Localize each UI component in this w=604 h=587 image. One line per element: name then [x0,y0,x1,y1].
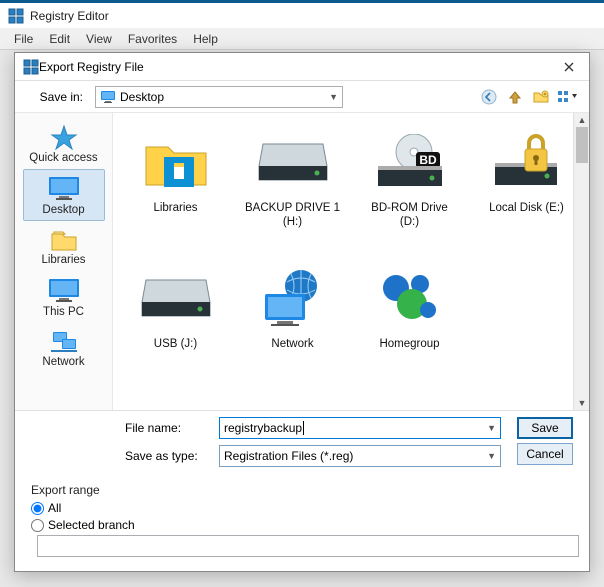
export-selected-radio[interactable]: Selected branch [31,518,573,532]
file-grid[interactable]: Libraries BACKUP DRIVE 1 (H:) BD BD-ROM … [113,113,589,410]
export-range-group: Export range All Selected branch [15,477,589,571]
monitor-icon [100,89,116,105]
place-label: This PC [43,306,84,318]
view-icon [557,90,577,104]
item-label: Network [271,337,313,351]
back-icon [481,89,497,105]
item-label: USB (J:) [154,337,197,351]
network-globe-icon [254,263,332,333]
file-browser: Quick access Desktop Libraries This PC N… [15,113,589,411]
chevron-down-icon[interactable]: ▼ [487,423,496,433]
monitor-icon [47,276,81,304]
place-label: Desktop [42,204,84,216]
item-usb[interactable]: USB (J:) [119,263,232,395]
item-label: Homegroup [379,337,439,351]
star-icon [49,124,79,150]
export-all-label: All [48,501,61,515]
drive-icon [137,263,215,333]
drive-icon [254,127,332,197]
saveas-label: Save as type: [125,449,209,463]
selected-branch-input[interactable] [37,535,579,557]
caret-icon [303,421,304,435]
chevron-down-icon: ▼ [329,92,338,102]
menubar: File Edit View Favorites Help [0,28,604,50]
item-bdrom[interactable]: BD BD-ROM Drive (D:) [353,127,466,259]
item-label: Libraries [153,201,197,215]
menu-file[interactable]: File [6,30,41,48]
filename-label: File name: [125,421,209,435]
place-desktop[interactable]: Desktop [23,169,105,221]
up-button[interactable] [505,87,525,107]
regedit-icon [8,8,24,24]
locked-drive-icon [488,127,566,197]
menu-view[interactable]: View [78,30,120,48]
item-label: Local Disk (E:) [489,201,564,215]
close-button[interactable] [557,57,581,77]
place-this-pc[interactable]: This PC [23,271,105,323]
place-libraries[interactable]: Libraries [23,221,105,271]
saveas-value: Registration Files (*.reg) [224,449,353,463]
item-label: BD-ROM Drive (D:) [362,201,458,230]
cancel-button[interactable]: Cancel [517,443,573,465]
svg-text:BD: BD [419,153,437,167]
places-bar: Quick access Desktop Libraries This PC N… [15,113,113,410]
scroll-up-icon[interactable]: ▲ [574,113,589,127]
file-explorer-icon [137,127,215,197]
menu-favorites[interactable]: Favorites [120,30,185,48]
dialog-title: Export Registry File [39,60,557,74]
item-libraries[interactable]: Libraries [119,127,232,259]
item-backup-drive[interactable]: BACKUP DRIVE 1 (H:) [236,127,349,259]
monitor-icon [47,174,81,202]
export-range-legend: Export range [31,483,573,497]
new-folder-icon [533,90,549,104]
menu-help[interactable]: Help [185,30,226,48]
filename-value: registrybackup [224,421,302,435]
scrollbar[interactable]: ▲ ▼ [573,113,589,410]
dialog-titlebar: Export Registry File [15,53,589,81]
place-label: Network [42,356,84,368]
form-rows: File name: registrybackup ▼ Save as type… [15,411,517,477]
disc-drive-icon: BD [371,127,449,197]
close-icon [564,62,574,72]
libraries-icon [49,226,79,252]
item-local-disk-e[interactable]: Local Disk (E:) [470,127,583,259]
new-folder-button[interactable] [531,87,551,107]
export-selected-label: Selected branch [48,518,135,532]
saveas-dropdown[interactable]: Registration Files (*.reg) ▼ [219,445,501,467]
network-icon [49,328,79,354]
scroll-down-icon[interactable]: ▼ [574,396,589,410]
item-label: BACKUP DRIVE 1 (H:) [245,201,341,230]
scroll-thumb[interactable] [576,127,588,163]
up-icon [508,90,522,104]
place-label: Libraries [41,254,85,266]
regedit-icon [23,59,39,75]
place-quick-access[interactable]: Quick access [23,119,105,169]
savein-row: Save in: Desktop ▼ [15,81,589,113]
save-button[interactable]: Save [517,417,573,439]
place-network[interactable]: Network [23,323,105,373]
filename-input[interactable]: registrybackup ▼ [219,417,501,439]
savein-label: Save in: [27,90,83,104]
export-all-radio[interactable]: All [31,501,573,515]
app-titlebar: Registry Editor [0,0,604,28]
homegroup-icon [371,263,449,333]
back-button[interactable] [479,87,499,107]
view-menu-button[interactable] [557,87,577,107]
menu-edit[interactable]: Edit [41,30,78,48]
export-dialog: Export Registry File Save in: Desktop ▼ … [14,52,590,572]
item-network[interactable]: Network [236,263,349,395]
place-label: Quick access [29,152,97,164]
savein-dropdown[interactable]: Desktop ▼ [95,86,343,108]
item-homegroup[interactable]: Homegroup [353,263,466,395]
app-title: Registry Editor [30,9,109,23]
savein-value: Desktop [120,90,164,104]
chevron-down-icon: ▼ [487,451,496,461]
